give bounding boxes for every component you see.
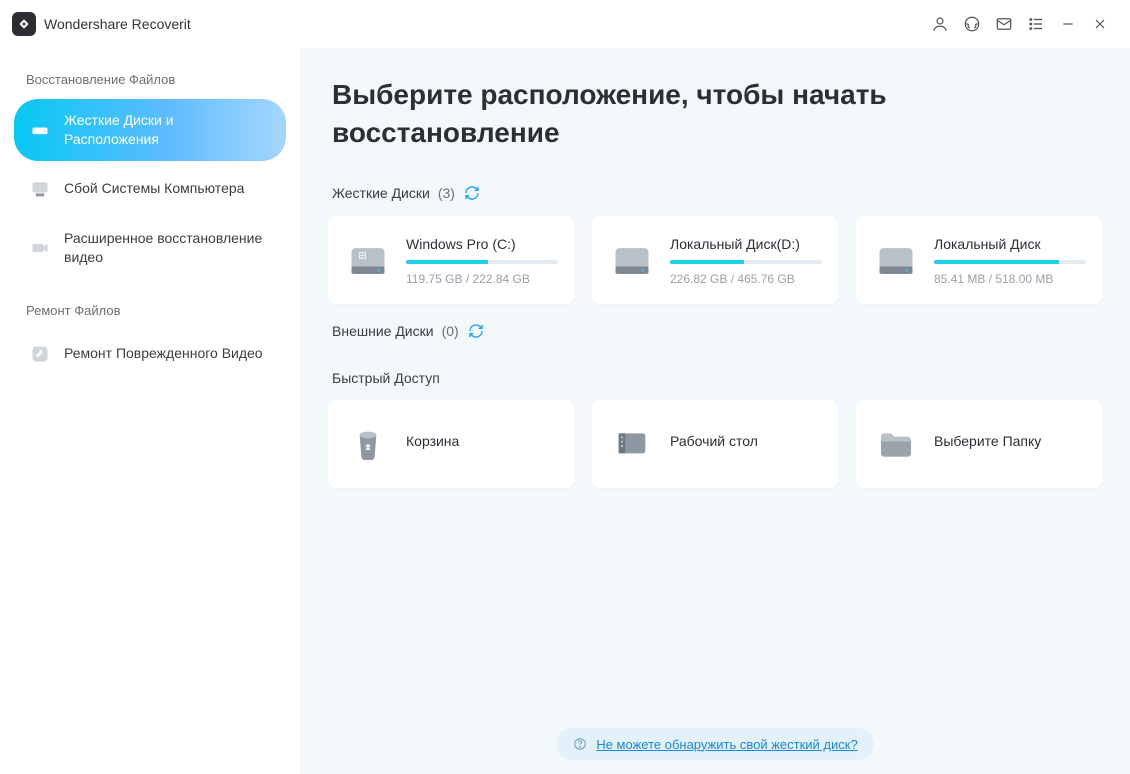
title-bar: Wondershare Recoverit [0, 0, 1130, 48]
section-count: (3) [438, 185, 455, 201]
recycle-bin-icon [344, 421, 392, 469]
section-hard-disks: Жесткие Диски (3) [332, 184, 1098, 202]
drive-icon [28, 118, 52, 142]
quick-access-cards: Корзина Рабочий стол Выберите Папку [328, 400, 1102, 488]
hdd-icon [608, 237, 656, 285]
disk-card[interactable]: Windows Pro (C:) 119.75 GB / 222.84 GB [328, 216, 574, 304]
sidebar-section-repair: Ремонт Файлов [26, 303, 278, 318]
disk-card[interactable]: Локальный Диск 85.41 MB / 518.00 MB [856, 216, 1102, 304]
sidebar-item-repair-video[interactable]: Ремонт Поврежденного Видео [14, 330, 286, 378]
sidebar-item-label: Жесткие Диски и Расположения [64, 111, 272, 149]
quick-card-label: Выберите Папку [934, 433, 1086, 449]
sidebar-section-recovery: Восстановление Файлов [26, 72, 278, 87]
disk-usage-bar [934, 260, 1086, 264]
disk-usage-bar [406, 260, 558, 264]
wrench-icon [28, 342, 52, 366]
sidebar: Восстановление Файлов Жесткие Диски и Ра… [0, 48, 300, 774]
disk-size: 85.41 MB / 518.00 MB [934, 272, 1086, 286]
quick-card-desktop[interactable]: Рабочий стол [592, 400, 838, 488]
page-title: Выберите расположение, чтобы начать восс… [328, 48, 1102, 166]
menu-icon[interactable] [1020, 8, 1052, 40]
quick-card-recycle-bin[interactable]: Корзина [328, 400, 574, 488]
disk-size: 119.75 GB / 222.84 GB [406, 272, 558, 286]
close-button[interactable] [1084, 8, 1116, 40]
quick-card-label: Корзина [406, 433, 558, 449]
refresh-icon[interactable] [467, 322, 485, 340]
main-panel: Выберите расположение, чтобы начать восс… [300, 48, 1130, 774]
disk-card[interactable]: Локальный Диск(D:) 226.82 GB / 465.76 GB [592, 216, 838, 304]
refresh-icon[interactable] [463, 184, 481, 202]
sidebar-item-advanced-video[interactable]: Расширенное восстановление видео [14, 217, 286, 279]
account-icon[interactable] [924, 8, 956, 40]
monitor-icon [28, 177, 52, 201]
hard-disk-cards: Windows Pro (C:) 119.75 GB / 222.84 GB Л… [328, 216, 1102, 304]
section-title: Быстрый Доступ [332, 370, 440, 386]
disk-name: Windows Pro (C:) [406, 236, 558, 252]
section-count: (0) [442, 323, 459, 339]
app-logo [12, 12, 36, 36]
help-icon [572, 736, 588, 752]
sidebar-item-drives[interactable]: Жесткие Диски и Расположения [14, 99, 286, 161]
app-title: Wondershare Recoverit [44, 16, 191, 32]
quick-card-label: Рабочий стол [670, 433, 822, 449]
minimize-button[interactable] [1052, 8, 1084, 40]
support-icon[interactable] [956, 8, 988, 40]
disk-name: Локальный Диск [934, 236, 1086, 252]
hdd-icon [344, 237, 392, 285]
section-title: Внешние Диски [332, 323, 434, 339]
tip-link[interactable]: Не можете обнаружить свой жесткий диск? [596, 737, 857, 752]
folder-icon [872, 421, 920, 469]
video-icon [28, 236, 52, 260]
section-external-disks: Внешние Диски (0) [332, 322, 1098, 340]
sidebar-item-label: Сбой Системы Компьютера [64, 179, 244, 198]
section-quick-access: Быстрый Доступ [332, 370, 1098, 386]
disk-name: Локальный Диск(D:) [670, 236, 822, 252]
hdd-icon [872, 237, 920, 285]
sidebar-item-label: Ремонт Поврежденного Видео [64, 344, 263, 363]
tip-pill[interactable]: Не можете обнаружить свой жесткий диск? [556, 728, 873, 760]
feedback-icon[interactable] [988, 8, 1020, 40]
disk-usage-bar [670, 260, 822, 264]
sidebar-item-label: Расширенное восстановление видео [64, 229, 272, 267]
quick-card-select-folder[interactable]: Выберите Папку [856, 400, 1102, 488]
tip-bar: Не можете обнаружить свой жесткий диск? [300, 728, 1130, 760]
sidebar-item-crash[interactable]: Сбой Системы Компьютера [14, 165, 286, 213]
desktop-icon [608, 421, 656, 469]
section-title: Жесткие Диски [332, 185, 430, 201]
disk-size: 226.82 GB / 465.76 GB [670, 272, 822, 286]
